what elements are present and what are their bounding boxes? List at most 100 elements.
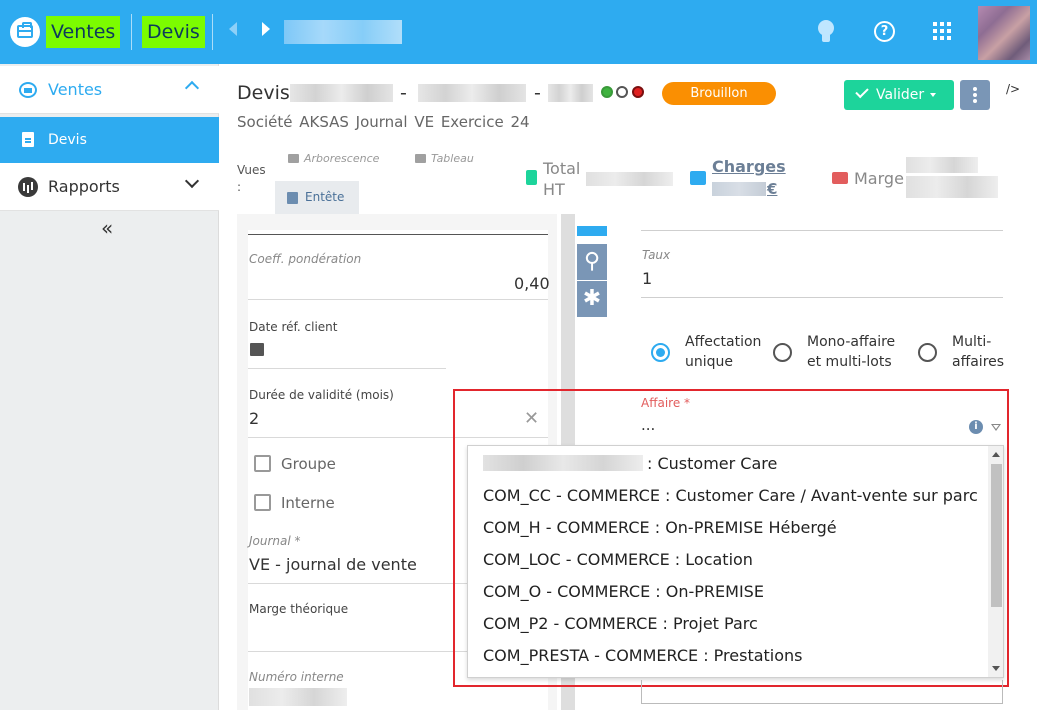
radio-mono-affaire[interactable]	[773, 343, 792, 362]
table-icon	[415, 154, 426, 163]
coeff-label: Coeff. pondération	[249, 252, 362, 266]
paperclip-icon[interactable]: ⚲	[577, 244, 607, 280]
scroll-up-icon[interactable]	[992, 452, 1000, 457]
taux-field[interactable]: 1	[642, 269, 652, 288]
blurred-text	[483, 455, 643, 471]
coeff-field[interactable]: 0,40	[514, 274, 550, 293]
chevron-down-icon[interactable]	[184, 173, 200, 189]
view-table-label: Tableau	[431, 152, 474, 165]
scroll-down-icon[interactable]	[992, 666, 1000, 671]
page-title: Devis	[237, 82, 290, 104]
collapse-sidebar-button[interactable]: «	[101, 216, 113, 240]
radio-multi-label: Multi-affaires	[952, 334, 1005, 370]
divider	[641, 297, 1003, 298]
validate-label: Valider	[876, 87, 925, 103]
money-icon	[526, 170, 537, 185]
total-ht-label: Total HT	[543, 159, 581, 199]
document-icon	[22, 132, 34, 147]
charges-currency: €	[767, 180, 778, 198]
dropdown-option[interactable]: COM_PRESTA - COMMERCE : Prestations	[483, 646, 803, 665]
numero-interne-label: Numéro interne	[249, 670, 344, 684]
sidebar-item-label: Rapports	[48, 177, 120, 196]
status-dot-green	[601, 86, 613, 98]
caret-down-icon	[930, 93, 936, 97]
tab-ventes[interactable]: Ventes	[46, 16, 121, 48]
close-tag-icon[interactable]: />	[1006, 82, 1020, 96]
tool-accent	[577, 226, 607, 236]
validity-label: Durée de validité (mois)	[249, 388, 394, 402]
charges-value-blurred	[712, 182, 766, 196]
briefcase-icon	[19, 82, 37, 98]
tab-devis[interactable]: Devis	[142, 16, 205, 48]
arrow-right-icon[interactable]	[262, 22, 270, 36]
sidebar-item-label: Ventes	[48, 80, 103, 99]
view-tree-link[interactable]: Arborescence	[288, 152, 379, 165]
dropdown-option[interactable]: COM_LOC - COMMERCE : Location	[483, 550, 753, 569]
more-options-button[interactable]	[960, 80, 990, 110]
radio-affectation-unique[interactable]	[651, 343, 670, 362]
sliders-icon	[832, 172, 848, 184]
help-icon[interactable]: ?	[874, 21, 895, 42]
chevron-up-icon[interactable]	[184, 80, 200, 96]
asterisk-icon[interactable]: ✱	[577, 281, 607, 317]
marge-label: Marge	[854, 169, 904, 188]
radio-mono-label: Mono-affaire et multi-lots	[807, 334, 896, 370]
check-icon	[855, 84, 869, 99]
top-bar: Ventes Devis ?	[0, 0, 1037, 64]
sidebar-item-devis[interactable]: Devis	[0, 117, 219, 165]
divider	[248, 299, 548, 300]
status-dot-empty	[616, 86, 628, 98]
validity-field[interactable]: 2	[249, 409, 259, 428]
divider	[641, 230, 1003, 231]
divider	[248, 368, 446, 369]
divider	[131, 14, 132, 50]
view-tree-label: Arborescence	[304, 152, 380, 165]
divider	[212, 14, 213, 50]
numero-interne-blurred	[249, 688, 347, 706]
calendar-icon[interactable]	[250, 343, 264, 356]
sidebar-item-ventes[interactable]: Ventes	[0, 66, 219, 114]
bar-chart-icon	[690, 171, 706, 185]
divider	[248, 234, 548, 235]
dropdown-option[interactable]: COM_H - COMMERCE : On-PREMISE Hébergé	[483, 518, 837, 537]
date-label: Date réf. client	[249, 320, 338, 334]
apps-grid-icon[interactable]	[933, 22, 951, 40]
view-header-label: Entête	[305, 190, 345, 204]
briefcase-icon[interactable]	[10, 17, 40, 47]
total-ht-value-blurred	[586, 172, 673, 186]
avatar[interactable]	[978, 6, 1030, 60]
blurred-text	[548, 84, 593, 102]
scroll-thumb[interactable]	[991, 464, 1002, 607]
lightbulb-icon[interactable]	[816, 18, 836, 46]
sidebar: Ventes Devis Rapports «	[0, 64, 219, 710]
interne-checkbox[interactable]	[254, 494, 271, 511]
blurred-text	[290, 84, 393, 102]
dropdown-option[interactable]: : Customer Care	[483, 454, 777, 473]
dropdown-option[interactable]: COM_P2 - COMMERCE : Projet Parc	[483, 614, 758, 633]
view-table-link[interactable]: Tableau	[415, 152, 474, 165]
validate-button[interactable]: Valider	[844, 80, 954, 110]
status-badge: Brouillon	[662, 82, 776, 105]
charges-link[interactable]: Charges	[712, 157, 786, 176]
marge-value-blurred	[906, 157, 978, 173]
chart-icon	[18, 177, 38, 197]
journal-label: Journal *	[249, 534, 301, 548]
affaire-dropdown[interactable]: : Customer Care COM_CC - COMMERCE : Cust…	[467, 445, 1004, 678]
journal-field[interactable]: VE - journal de vente	[249, 555, 417, 574]
breadcrumb-blurred	[284, 20, 402, 44]
blurred-text	[418, 84, 526, 102]
radio-multi-affaires[interactable]	[918, 343, 937, 362]
input-field[interactable]	[641, 680, 1003, 704]
dropdown-scrollbar[interactable]	[988, 446, 1003, 677]
folder-icon	[288, 154, 299, 163]
title-separator: -	[400, 82, 407, 104]
dropdown-option[interactable]: COM_O - COMMERCE : On-PREMISE	[483, 582, 764, 601]
arrow-left-icon[interactable]	[229, 22, 237, 36]
view-header-tab[interactable]: Entête	[275, 181, 359, 214]
views-label: Vues :	[237, 163, 266, 194]
sidebar-item-rapports[interactable]: Rapports	[0, 163, 219, 211]
groupe-label: Groupe	[281, 455, 336, 473]
dropdown-option[interactable]: COM_CC - COMMERCE : Customer Care / Avan…	[483, 486, 978, 505]
header-icon	[287, 192, 298, 204]
groupe-checkbox[interactable]	[254, 455, 271, 472]
